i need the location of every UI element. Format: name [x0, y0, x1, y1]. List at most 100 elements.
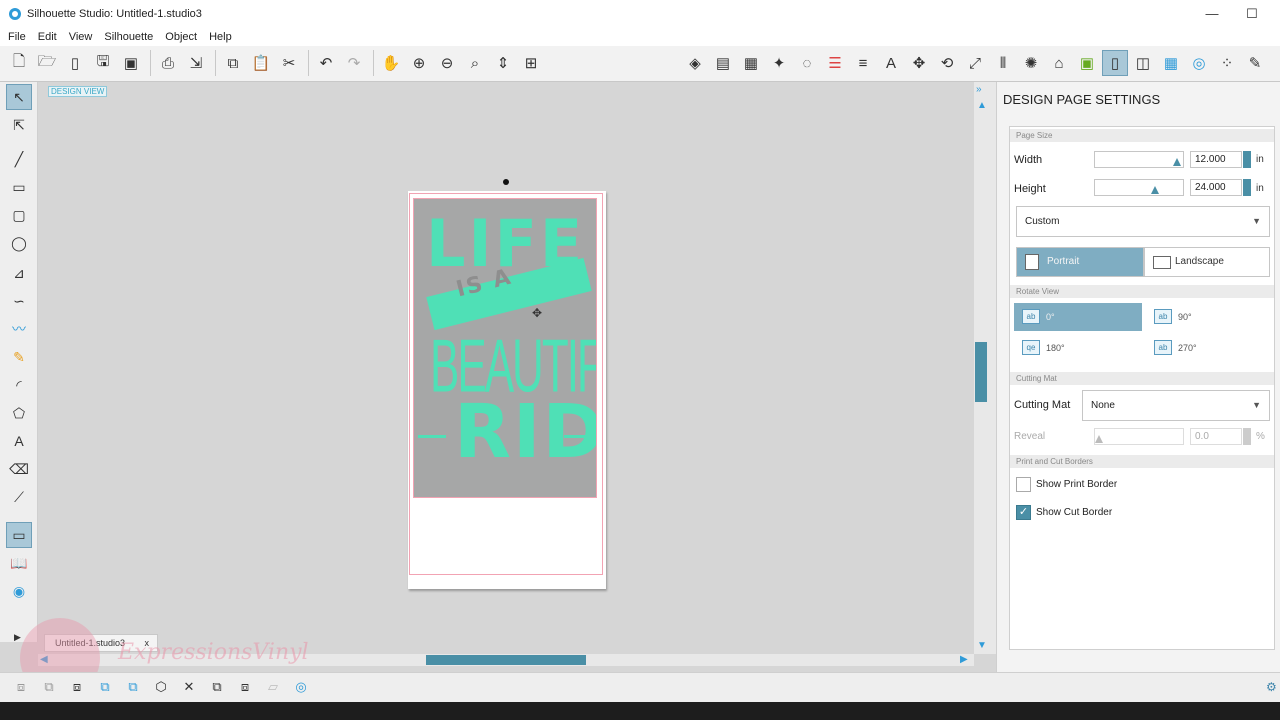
- cut-settings-icon[interactable]: ◫: [1130, 50, 1156, 76]
- undo-icon[interactable]: ↶: [313, 50, 339, 76]
- replicate-icon[interactable]: ⫴: [990, 50, 1016, 76]
- design-artwork[interactable]: LIFE IS A BEAUTIFUL RIDE: [413, 198, 597, 498]
- page-setup-icon[interactable]: ▯: [1102, 50, 1128, 76]
- pan-icon[interactable]: ✋: [378, 50, 404, 76]
- line-style-icon[interactable]: ◌: [794, 50, 820, 76]
- rotate-icon[interactable]: ✥: [906, 50, 932, 76]
- grid-icon[interactable]: ▦: [1158, 50, 1184, 76]
- knife-icon[interactable]: ⟋: [6, 484, 32, 510]
- paste-icon[interactable]: 📋: [248, 50, 274, 76]
- duplicate-icon[interactable]: ⧉: [120, 675, 146, 699]
- landscape-button[interactable]: Landscape: [1144, 247, 1270, 277]
- send-to-back-icon[interactable]: ⧉: [204, 675, 230, 699]
- drag-zoom-icon[interactable]: ⇕: [490, 50, 516, 76]
- modify-icon[interactable]: ✺: [1018, 50, 1044, 76]
- rotate-90-button[interactable]: ab 90°: [1146, 303, 1274, 331]
- zoom-out-icon[interactable]: ⊖: [434, 50, 460, 76]
- zoom-selected-icon[interactable]: ⌕: [462, 50, 488, 76]
- save-icon[interactable]: 🖫: [90, 50, 116, 76]
- move-icon[interactable]: ⤢: [962, 50, 988, 76]
- print-icon[interactable]: ⎙: [155, 50, 181, 76]
- compound-path-icon[interactable]: ⧈: [64, 675, 90, 699]
- portrait-button[interactable]: Portrait: [1016, 247, 1144, 277]
- align-icon[interactable]: ☰: [822, 50, 848, 76]
- rotate-handle[interactable]: [503, 179, 509, 185]
- scale-icon[interactable]: ⟲: [934, 50, 960, 76]
- menu-edit[interactable]: Edit: [38, 31, 57, 43]
- bring-to-front-icon[interactable]: ✕: [176, 675, 202, 699]
- width-stepper[interactable]: [1243, 151, 1251, 168]
- registration-icon[interactable]: ◎: [1186, 50, 1212, 76]
- text-style-icon[interactable]: ≡: [850, 50, 876, 76]
- reveal-slider-knob[interactable]: [1095, 435, 1103, 443]
- menu-object[interactable]: Object: [165, 31, 197, 43]
- rotate-180-button[interactable]: qe 180°: [1014, 334, 1142, 362]
- store-view-icon[interactable]: ◉: [6, 578, 32, 604]
- cutting-mat-select[interactable]: None ▼: [1082, 390, 1270, 421]
- new-icon[interactable]: 🗋: [6, 50, 32, 76]
- point-edit-icon[interactable]: ⇱: [6, 112, 32, 138]
- rotate-0-button[interactable]: ab 0°: [1014, 303, 1142, 331]
- cut-icon[interactable]: ✂: [276, 50, 302, 76]
- gradient-icon[interactable]: ▤: [710, 50, 736, 76]
- fit-to-page-icon[interactable]: ⊞: [518, 50, 544, 76]
- select-icon[interactable]: ↖: [6, 84, 32, 110]
- eraser-icon[interactable]: ⌫: [6, 456, 32, 482]
- freehand-icon[interactable]: 〰: [6, 316, 32, 342]
- release-compound-icon[interactable]: ⧉: [92, 675, 118, 699]
- rotate-270-button[interactable]: ab 270°: [1146, 334, 1274, 362]
- menu-help[interactable]: Help: [209, 31, 232, 43]
- panel-collapse-icon[interactable]: »: [976, 84, 982, 95]
- width-slider[interactable]: [1094, 151, 1184, 168]
- height-field[interactable]: 24.000: [1190, 179, 1242, 196]
- height-stepper[interactable]: [1243, 179, 1251, 196]
- delete-icon[interactable]: ⬡: [148, 675, 174, 699]
- horizontal-scroll-thumb[interactable]: [426, 655, 586, 665]
- ellipse-icon[interactable]: ◯: [6, 230, 32, 256]
- text-icon[interactable]: A: [6, 428, 32, 454]
- page-size-select[interactable]: Custom ▼: [1016, 206, 1270, 237]
- zoom-in-icon[interactable]: ⊕: [406, 50, 432, 76]
- width-slider-knob[interactable]: [1172, 158, 1181, 166]
- rounded-rectangle-icon[interactable]: ▢: [6, 202, 32, 228]
- design-canvas[interactable]: DESIGN VIEW LIFE IS A BEAUTIFUL RIDE: [38, 82, 974, 654]
- copy-icon[interactable]: ⧉: [220, 50, 246, 76]
- library-view-icon[interactable]: 📖: [6, 550, 32, 576]
- design-view-icon[interactable]: ▭: [6, 522, 32, 548]
- curve-icon[interactable]: ∽: [6, 288, 32, 314]
- arc-icon[interactable]: ◜: [6, 372, 32, 398]
- transform-icon[interactable]: A: [878, 50, 904, 76]
- group-icon[interactable]: ⧈: [8, 675, 34, 699]
- offset-icon[interactable]: ⌂: [1046, 50, 1072, 76]
- height-slider-knob[interactable]: [1150, 186, 1159, 194]
- pencil-icon[interactable]: ✎: [6, 344, 32, 370]
- maximize-icon[interactable]: ☐: [1242, 5, 1262, 23]
- polygon-icon[interactable]: ⊿: [6, 260, 32, 286]
- width-field[interactable]: 12.000: [1190, 151, 1242, 168]
- library-icon[interactable]: ⁘: [1214, 50, 1240, 76]
- line-icon[interactable]: ╱: [6, 146, 32, 172]
- vertical-scroll-thumb[interactable]: [975, 342, 987, 402]
- reveal-field[interactable]: 0.0: [1190, 428, 1242, 445]
- trace-icon[interactable]: ▣: [1074, 50, 1100, 76]
- redo-icon[interactable]: ↷: [341, 50, 367, 76]
- print-and-cut-icon[interactable]: ⇲: [183, 50, 209, 76]
- gear-icon[interactable]: ⚙: [1266, 680, 1277, 694]
- reveal-stepper[interactable]: [1243, 428, 1251, 445]
- fill-color-icon[interactable]: ◈: [682, 50, 708, 76]
- rectangle-icon[interactable]: ▭: [6, 174, 32, 200]
- line-color-icon[interactable]: ✦: [766, 50, 792, 76]
- minimize-icon[interactable]: —: [1202, 5, 1222, 23]
- menu-file[interactable]: File: [8, 31, 26, 43]
- menu-silhouette[interactable]: Silhouette: [104, 31, 153, 43]
- save-to-library-icon[interactable]: ▣: [118, 50, 144, 76]
- regular-polygon-icon[interactable]: ⬠: [6, 400, 32, 426]
- menu-view[interactable]: View: [69, 31, 93, 43]
- ungroup-icon[interactable]: ⧉: [36, 675, 62, 699]
- show-cut-border-checkbox[interactable]: ✓: [1016, 505, 1031, 520]
- scroll-down-icon[interactable]: ▼: [977, 640, 987, 651]
- scroll-up-icon[interactable]: ▲: [977, 100, 987, 111]
- scroll-right-icon[interactable]: ▶: [960, 654, 968, 665]
- send-to-silhouette-icon[interactable]: ▱: [260, 675, 286, 699]
- store-icon[interactable]: ✎: [1242, 50, 1268, 76]
